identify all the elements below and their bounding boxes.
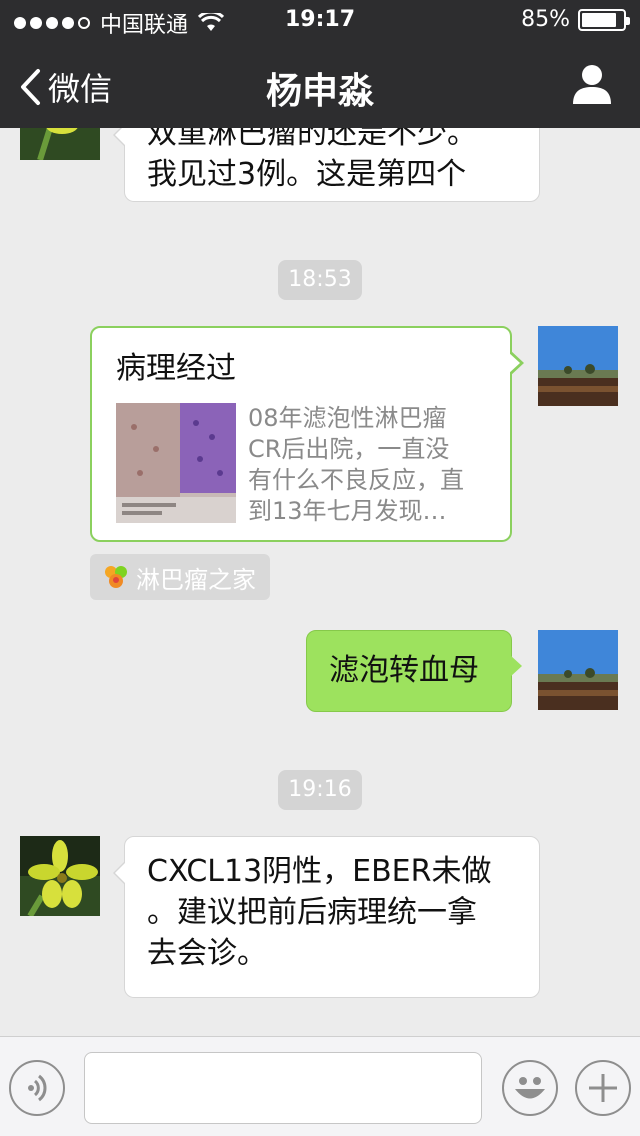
profile-icon[interactable] <box>570 62 614 106</box>
voice-icon <box>28 1074 47 1102</box>
message-text: 我见过3例。这是第四个 <box>147 157 467 192</box>
card-desc-line: 有什么不良反应，直 <box>248 466 464 494</box>
source-badge[interactable]: 淋巴瘤之家 <box>90 554 270 600</box>
contact-avatar[interactable] <box>20 128 100 160</box>
my-avatar[interactable] <box>538 326 618 406</box>
timestamp: 18:53 <box>278 260 362 300</box>
nav-bar: 微信 杨申淼 <box>0 40 640 128</box>
card-desc-line: 到13年七月发现… <box>248 497 447 525</box>
card-description: 08年滤泡性淋巴瘤 CR后出院，一直没 有什么不良反应，直 到13年七月发现… <box>248 403 464 527</box>
message-bubble-received[interactable]: CXCL13阴性，EBER未做 。建议把前后病理统一拿 去会诊。 <box>113 836 540 998</box>
battery-icon <box>578 8 630 31</box>
message-input[interactable] <box>84 1052 482 1124</box>
card-desc-line: CR后出院，一直没 <box>248 435 450 463</box>
source-logo-icon <box>105 566 127 588</box>
source-label: 淋巴瘤之家 <box>136 565 256 594</box>
smiley-icon <box>515 1077 545 1099</box>
message-bubble-received[interactable]: 双重淋巴瘤的还是不少。 我见过3例。这是第四个 <box>113 128 540 202</box>
plus-icon <box>589 1074 617 1102</box>
voice-button[interactable] <box>9 1060 65 1116</box>
message-text: 滤泡转血母 <box>329 653 479 688</box>
contact-avatar[interactable] <box>20 836 100 916</box>
message-text: CXCL13阴性，EBER未做 <box>147 854 492 889</box>
emoji-button[interactable] <box>502 1060 558 1116</box>
message-text: 双重淋巴瘤的还是不少。 <box>147 128 477 151</box>
timestamp: 19:16 <box>278 770 362 810</box>
card-desc-line: 08年滤泡性淋巴瘤 <box>248 404 447 432</box>
message-bubble-sent[interactable]: 滤泡转血母 <box>306 630 522 712</box>
more-button[interactable] <box>575 1060 631 1116</box>
message-text: 。建议把前后病理统一拿 <box>147 895 477 930</box>
page-title: 杨申淼 <box>265 71 374 112</box>
link-card-message[interactable]: 病理经过 08年滤泡性淋巴瘤 CR后出院，一直没 有什么不良反应，直 到13年七… <box>90 326 524 542</box>
card-thumbnail <box>116 403 236 523</box>
input-bar <box>0 1036 640 1136</box>
chat-area[interactable]: 双重淋巴瘤的还是不少。 我见过3例。这是第四个 18:53 病理经过 08年滤泡… <box>0 128 640 1036</box>
my-avatar[interactable] <box>538 630 618 710</box>
card-title: 病理经过 <box>116 351 236 386</box>
message-text: 去会诊。 <box>147 936 267 971</box>
status-bar: 中国联通 19:17 85% <box>0 0 640 40</box>
battery-percent: 85% <box>521 7 570 32</box>
